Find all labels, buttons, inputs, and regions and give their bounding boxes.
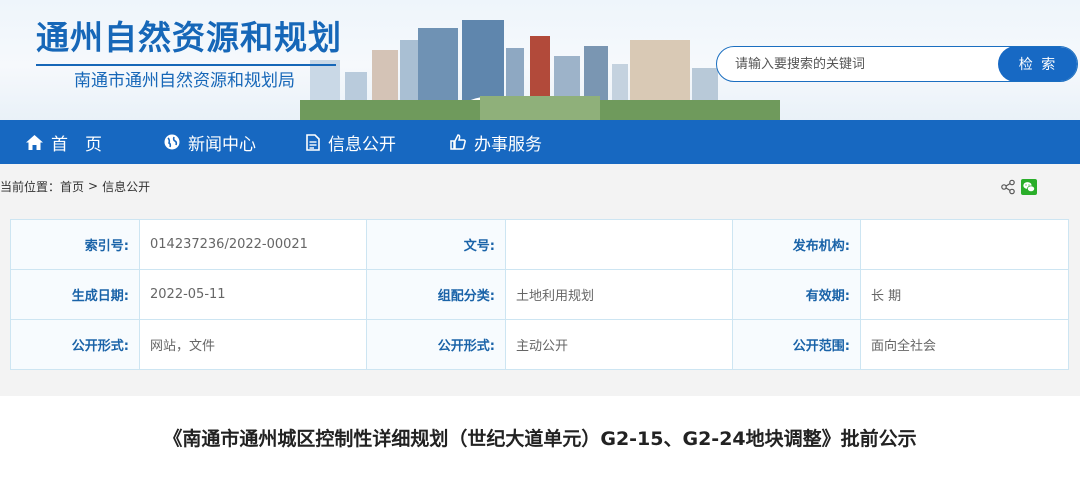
search-input[interactable] <box>717 47 1001 81</box>
meta-label: 组配分类: <box>366 269 506 320</box>
table-row: 生成日期: 2022-05-11 组配分类: 土地利用规划 有效期: 长 期 <box>10 269 1069 320</box>
nav-item-label: 办事服务 <box>474 134 542 155</box>
breadcrumb-separator: > <box>88 179 99 193</box>
meta-label: 索引号: <box>10 219 140 270</box>
site-subtitle: 南通市通州自然资源和规划局 <box>74 71 295 91</box>
meta-label: 文号: <box>366 219 506 270</box>
main-nav: 首 页 新闻中心 信息公开 办事服务 <box>0 120 1080 164</box>
meta-value: 长 期 <box>860 269 1069 320</box>
document-icon <box>306 133 320 151</box>
meta-label: 发布机构: <box>732 219 861 270</box>
meta-value <box>505 219 733 270</box>
site-logo[interactable]: 通州自然资源和规划 南通市通州自然资源和规划局 <box>36 18 342 92</box>
nav-item-label: 首 页 <box>51 134 102 155</box>
meta-label: 生成日期: <box>10 269 140 320</box>
city-skyline-banner <box>300 20 780 120</box>
breadcrumb-bar: 当前位置： 首页 > 信息公开 <box>0 164 1080 208</box>
globe-icon <box>164 134 180 150</box>
meta-label: 公开形式: <box>10 319 140 370</box>
share-toolbar <box>1000 179 1037 195</box>
table-row: 索引号: 014237236/2022-00021 文号: 发布机构: <box>10 219 1069 270</box>
section-gap <box>0 384 1080 396</box>
meta-value: 主动公开 <box>505 319 733 370</box>
meta-value: 土地利用规划 <box>505 269 733 320</box>
breadcrumb-prefix: 当前位置： <box>0 179 61 194</box>
breadcrumb: 当前位置： 首页 > 信息公开 <box>0 164 150 208</box>
meta-value <box>860 219 1069 270</box>
meta-value: 网站，文件 <box>139 319 367 370</box>
site-title: 通州自然资源和规划 <box>36 18 342 57</box>
home-icon <box>26 134 43 150</box>
site-header: 通州自然资源和规划 南通市通州自然资源和规划局 检 索 <box>0 0 1080 120</box>
breadcrumb-home-link[interactable]: 首页 <box>60 178 84 195</box>
meta-value: 014237236/2022-00021 <box>139 219 367 270</box>
nav-item-label: 新闻中心 <box>188 134 256 155</box>
search-button[interactable]: 检 索 <box>998 47 1077 81</box>
share-icon[interactable] <box>1000 179 1016 195</box>
nav-item-service[interactable]: 办事服务 <box>450 120 542 164</box>
article-title: 《南通市通州城区控制性详细规划（世纪大道单元）G2-15、G2-24地块调整》批… <box>163 428 917 450</box>
nav-item-label: 信息公开 <box>328 134 396 155</box>
metadata-panel: 索引号: 014237236/2022-00021 文号: 发布机构: 生成日期… <box>0 208 1080 384</box>
meta-label: 公开范围: <box>732 319 861 370</box>
nav-item-info[interactable]: 信息公开 <box>306 120 396 164</box>
meta-value: 2022-05-11 <box>139 269 367 320</box>
title-divider <box>36 64 336 66</box>
nav-item-news[interactable]: 新闻中心 <box>164 120 256 164</box>
wechat-icon[interactable] <box>1021 179 1037 195</box>
breadcrumb-current-link[interactable]: 信息公开 <box>102 178 150 195</box>
meta-label: 公开形式: <box>366 319 506 370</box>
search-box: 检 索 <box>716 46 1078 82</box>
meta-value: 面向全社会 <box>860 319 1069 370</box>
nav-item-home[interactable]: 首 页 <box>26 120 102 164</box>
table-row: 公开形式: 网站，文件 公开形式: 主动公开 公开范围: 面向全社会 <box>10 319 1069 370</box>
thumbs-up-icon <box>450 134 466 150</box>
metadata-table: 索引号: 014237236/2022-00021 文号: 发布机构: 生成日期… <box>10 219 1069 370</box>
meta-label: 有效期: <box>732 269 861 320</box>
